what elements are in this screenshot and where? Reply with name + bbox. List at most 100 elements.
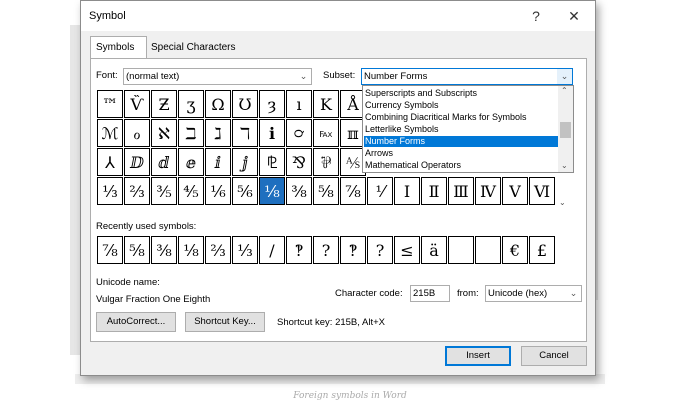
symbol-cell[interactable]: ⅜: [286, 177, 312, 205]
subset-option[interactable]: Combining Diacritical Marks for Symbols: [365, 112, 555, 123]
recent-symbol-cell[interactable]: ⅓: [232, 236, 258, 264]
symbol-cell[interactable]: ⅅ: [124, 148, 150, 176]
symbol-cell[interactable]: ⅇ: [178, 148, 204, 176]
font-select[interactable]: (normal text) ⌄: [123, 68, 312, 85]
symbol-cell[interactable]: ℻: [313, 119, 339, 147]
recent-symbol-cell[interactable]: ≤: [394, 236, 420, 264]
recent-symbol-cell[interactable]: ⅛: [178, 236, 204, 264]
symbol-cell[interactable]: ȝ: [259, 90, 285, 118]
recent-symbol-cell[interactable]: /: [259, 236, 285, 264]
dialog-title: Symbol: [89, 10, 126, 22]
character-code-field[interactable]: 215B: [410, 285, 450, 302]
symbol-cell[interactable]: ʒ: [178, 90, 204, 118]
recent-symbol-cell[interactable]: €: [502, 236, 528, 264]
character-code-label: Character code:: [335, 288, 403, 299]
subset-label: Subset:: [323, 70, 356, 81]
symbol-cell[interactable]: ™: [97, 90, 123, 118]
recent-symbol-cell[interactable]: ‽: [286, 236, 312, 264]
chevron-down-icon[interactable]: ⌄: [559, 198, 566, 207]
recent-symbol-cell[interactable]: ?: [367, 236, 393, 264]
symbol-cell[interactable]: ℺: [286, 119, 312, 147]
cancel-button[interactable]: Cancel: [521, 346, 587, 366]
symbol-cell[interactable]: Ѷ: [124, 90, 150, 118]
symbol-cell[interactable]: ⅈ: [205, 148, 231, 176]
tab-strip: Symbols Special Characters: [90, 36, 590, 58]
chevron-up-icon[interactable]: ⌃: [561, 86, 568, 95]
symbol-cell[interactable]: Ω: [205, 90, 231, 118]
subset-option[interactable]: Currency Symbols: [365, 100, 555, 111]
chevron-down-icon[interactable]: ⌄: [561, 161, 568, 170]
symbol-cell[interactable]: ⅘: [178, 177, 204, 205]
symbol-cell[interactable]: ⅌: [313, 148, 339, 176]
symbol-cell-selected[interactable]: ⅛: [259, 177, 285, 205]
symbol-cell[interactable]: ı: [286, 90, 312, 118]
unicode-name-label: Unicode name:: [96, 277, 160, 288]
tab-special-characters[interactable]: Special Characters: [146, 38, 248, 57]
tab-special-characters-label: Special Characters: [151, 42, 236, 53]
title-bar: Symbol ? ✕: [81, 1, 595, 31]
tab-symbols[interactable]: Symbols: [90, 36, 147, 58]
recent-symbol-cell[interactable]: ‽: [340, 236, 366, 264]
dropdown-scroll-thumb[interactable]: [560, 122, 571, 138]
shortcut-key-button[interactable]: Shortcut Key...: [185, 312, 265, 332]
symbol-cell[interactable]: Ƶ: [151, 90, 177, 118]
subset-option[interactable]: Superscripts and Subscripts: [365, 88, 555, 99]
symbol-cell[interactable]: Ⅳ: [475, 177, 501, 205]
symbol-cell[interactable]: ℶ: [178, 119, 204, 147]
dropdown-scrollbar[interactable]: ⌃ ⌄: [558, 86, 573, 172]
recent-symbol-cell[interactable]: ⅔: [205, 236, 231, 264]
recent-symbol-cell[interactable]: ä: [421, 236, 447, 264]
subset-option[interactable]: Arrows: [365, 148, 555, 159]
symbol-cell[interactable]: Ⅲ: [448, 177, 474, 205]
symbol-cell[interactable]: ⅊: [259, 148, 285, 176]
subset-option-selected[interactable]: Number Forms: [364, 136, 561, 147]
symbol-cell[interactable]: ⅓: [97, 177, 123, 205]
help-button[interactable]: ?: [521, 6, 551, 26]
subset-option[interactable]: Letterlike Symbols: [365, 124, 555, 135]
close-button[interactable]: ✕: [559, 6, 589, 26]
recent-symbol-cell[interactable]: ?: [313, 236, 339, 264]
symbol-cell[interactable]: ℹ: [259, 119, 285, 147]
chevron-down-icon: ⌄: [556, 69, 572, 84]
font-label: Font:: [96, 70, 118, 81]
symbol-cell[interactable]: ⅄: [97, 148, 123, 176]
symbol-cell[interactable]: ⅗: [151, 177, 177, 205]
symbol-cell[interactable]: ⅆ: [151, 148, 177, 176]
symbol-cell[interactable]: ⅔: [124, 177, 150, 205]
symbol-cell[interactable]: ℵ: [151, 119, 177, 147]
symbol-cell[interactable]: ⅉ: [232, 148, 258, 176]
subset-select[interactable]: Number Forms ⌄: [361, 68, 573, 85]
subset-option[interactable]: Mathematical Operators: [365, 160, 555, 171]
recent-symbols-label: Recently used symbols:: [96, 221, 197, 232]
symbol-cell[interactable]: ℳ: [97, 119, 123, 147]
symbol-cell[interactable]: ℴ: [124, 119, 150, 147]
shortcut-key-button-label: Shortcut Key...: [194, 316, 256, 327]
symbol-cell[interactable]: ⅋: [286, 148, 312, 176]
symbol-cell[interactable]: Ⅴ: [502, 177, 528, 205]
from-select[interactable]: Unicode (hex) ⌄: [485, 285, 582, 302]
symbol-cell[interactable]: Ⅵ: [529, 177, 555, 205]
symbol-cell[interactable]: ⅝: [313, 177, 339, 205]
recent-symbol-cell[interactable]: [448, 236, 474, 264]
subset-dropdown-list[interactable]: Superscripts and Subscripts Currency Sym…: [362, 85, 574, 173]
recent-symbol-cell[interactable]: ⅜: [151, 236, 177, 264]
recent-symbol-cell[interactable]: ⅞: [97, 236, 123, 264]
autocorrect-button[interactable]: AutoCorrect...: [96, 312, 176, 332]
symbol-cell[interactable]: Ⅱ: [421, 177, 447, 205]
recent-symbol-cell[interactable]: ⅝: [124, 236, 150, 264]
symbol-cell[interactable]: ⅟: [367, 177, 393, 205]
symbol-cell[interactable]: ⅙: [205, 177, 231, 205]
symbol-cell[interactable]: ℷ: [205, 119, 231, 147]
symbol-cell[interactable]: Ⅰ: [394, 177, 420, 205]
insert-button[interactable]: Insert: [445, 346, 511, 366]
symbol-cell[interactable]: Ʊ: [232, 90, 258, 118]
recent-symbol-cell[interactable]: £: [529, 236, 555, 264]
symbol-cell[interactable]: K: [313, 90, 339, 118]
symbol-dialog: Symbol ? ✕ Symbols Special Characters Fo…: [80, 0, 596, 376]
cancel-label: Cancel: [539, 350, 569, 361]
recent-symbol-cell[interactable]: [475, 236, 501, 264]
symbol-cell[interactable]: ⅚: [232, 177, 258, 205]
chevron-down-icon: ⌄: [295, 69, 311, 84]
symbol-cell[interactable]: ℸ: [232, 119, 258, 147]
symbol-cell[interactable]: ⅞: [340, 177, 366, 205]
